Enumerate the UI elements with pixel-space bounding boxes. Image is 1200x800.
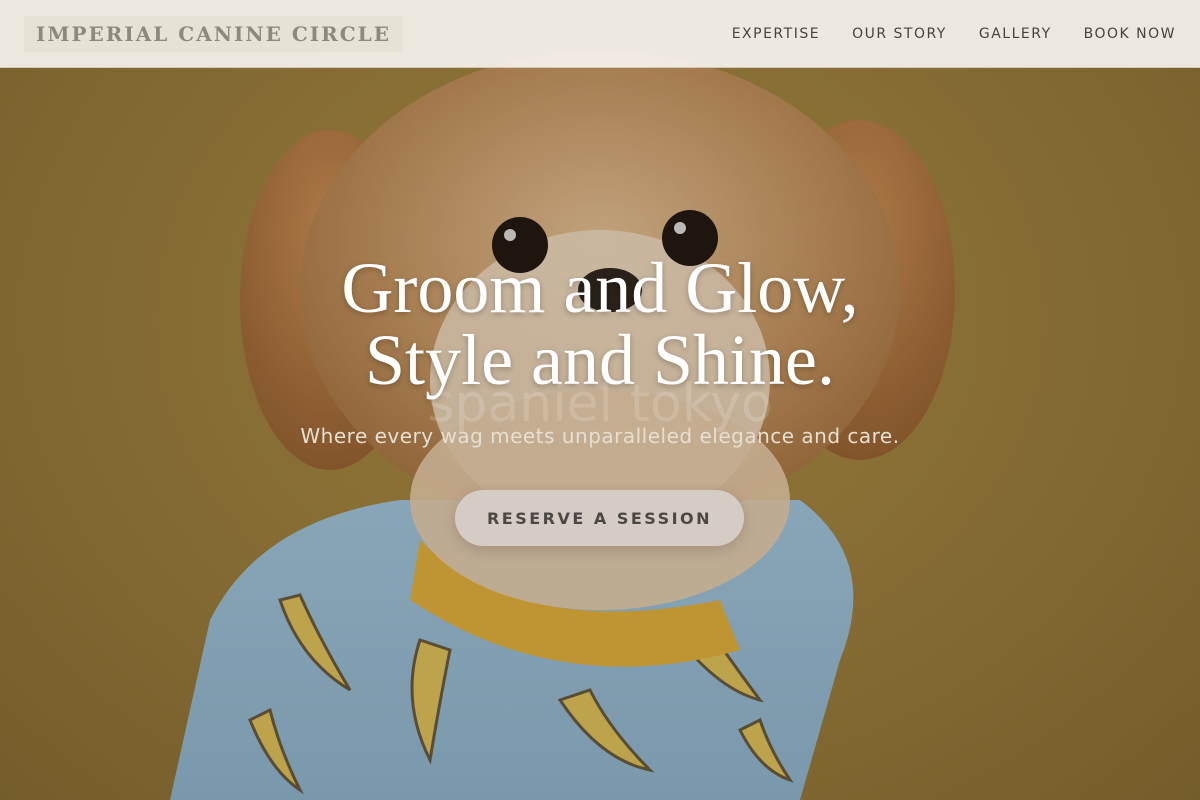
hero-title: Groom and Glow, Style and Shine. [200, 252, 1000, 396]
hero-section: spaniel tokyo Groom and Glow, Style and … [0, 0, 1200, 800]
brand-logo[interactable]: IMPERIAL CANINE CIRCLE [24, 16, 403, 52]
nav-item-expertise[interactable]: EXPERTISE [732, 26, 820, 42]
nav-item-our-story[interactable]: OUR STORY [852, 26, 947, 42]
hero-subtitle: Where every wag meets unparalleled elega… [300, 424, 900, 448]
hero-title-line-1: Groom and Glow, [341, 248, 859, 328]
reserve-session-button[interactable]: RESERVE A SESSION [455, 490, 744, 546]
top-navbar: IMPERIAL CANINE CIRCLE EXPERTISE OUR STO… [0, 0, 1200, 68]
nav-item-book-now[interactable]: BOOK NOW [1084, 26, 1176, 42]
hero-title-line-2: Style and Shine. [365, 320, 835, 400]
main-nav: EXPERTISE OUR STORY GALLERY BOOK NOW [732, 0, 1176, 68]
nav-item-gallery[interactable]: GALLERY [979, 26, 1052, 42]
